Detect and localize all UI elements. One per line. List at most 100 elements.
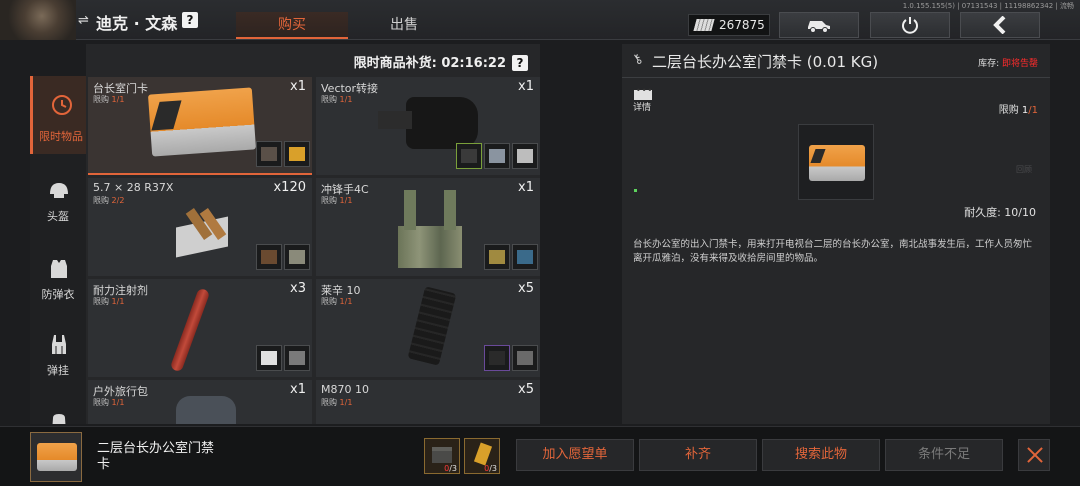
material-slot (284, 244, 310, 270)
item-grid: 限时商品补货: 02:16:22? 台长室门卡 限购 1/1 x1 Vector… (86, 44, 540, 424)
category-label: 防弹衣 (41, 288, 75, 301)
tab-buy[interactable]: 购买 (236, 12, 348, 39)
purchase-button-disabled[interactable]: 条件不足 (885, 439, 1003, 471)
item-qty: x5 (518, 382, 534, 397)
detail-item-image (798, 124, 874, 200)
item-limit: 限购 2/2 (93, 196, 125, 205)
vehicle-button[interactable] (779, 12, 859, 38)
category-vest[interactable]: 防弹衣 (30, 240, 86, 318)
ammo-box-image (172, 204, 236, 258)
details-tab-label[interactable]: 详情 (633, 100, 651, 113)
add-to-wishlist-button[interactable]: 加入愿望单 (516, 439, 634, 471)
player-name: 迪克 · 文森 (96, 14, 178, 33)
item-qty: x1 (518, 180, 534, 195)
item-limit: 限购 1/1 (93, 297, 125, 306)
key-icon: ⚷ (629, 50, 646, 69)
requirement-slot[interactable]: 0/3 (424, 438, 460, 474)
bottom-action-bar: 二层台长办公室门禁卡 0/3 0/3 加入愿望单 补齐 搜索此物 条件不足 (0, 426, 1080, 486)
category-helmet[interactable]: 头盔 (30, 162, 86, 240)
stock-status: 库存: 即将告罄 (978, 59, 1038, 69)
item-description: 台长办公室的出入门禁卡，用来打开电视台二层的台长办公室，南北战事发生后，工作人员… (633, 239, 1033, 264)
item-detail-panel: ⚷ 二层台长办公室门禁卡 (0.01 KG) 库存: 即将告罄 详情 限购 1/… (622, 44, 1050, 424)
material-slot (484, 244, 510, 270)
selected-item-thumbnail (30, 432, 82, 482)
category-label: 弹挂 (47, 364, 69, 377)
category-backpack[interactable] (30, 394, 86, 424)
item-qty: x1 (290, 382, 306, 397)
detail-title: 二层台长办公室门禁卡 (0.01 KG) (652, 53, 879, 71)
help-icon[interactable]: ? (182, 12, 198, 28)
power-icon (902, 17, 918, 34)
chevron-left-icon (993, 15, 1006, 35)
item-name: M870 10 (321, 383, 369, 396)
requirement-count: 0/3 (484, 464, 497, 473)
material-slot (512, 244, 538, 270)
clock-icon (52, 95, 72, 115)
item-qty: x5 (518, 281, 534, 296)
material-slot (256, 244, 282, 270)
item-limit: 限购 1/1 (321, 95, 353, 104)
help-icon[interactable]: ? (512, 55, 528, 71)
item-card-travel-backpack[interactable]: 户外旅行包 限购 1/1 x1 (88, 380, 312, 424)
restock-label: 限时商品补货: 02:16:22 (353, 56, 506, 71)
item-qty: x3 (290, 281, 306, 296)
item-card-m870-ammo[interactable]: M870 10 限购 1/1 x5 (316, 380, 540, 424)
item-limit: 限购 1/1 (321, 196, 353, 205)
item-limit: 限购 1/1 (93, 398, 125, 407)
backpack-icon (52, 414, 66, 424)
switch-icon[interactable]: ⇌ (78, 13, 89, 28)
material-slot (484, 345, 510, 371)
magazine-image (407, 286, 458, 369)
material-slot (512, 345, 538, 371)
rig-icon (52, 335, 66, 354)
requirement-slot[interactable]: 0/3 (464, 438, 500, 474)
category-label: 头盔 (47, 210, 69, 223)
category-limited[interactable]: 限时物品 (30, 76, 86, 154)
item-card-chest-rig[interactable]: 冲锋手4C 限购 1/1 x1 (316, 178, 540, 276)
close-button[interactable] (1018, 439, 1050, 471)
requirement-count: 0/3 (444, 464, 457, 473)
vest-icon (51, 260, 67, 278)
injector-image (166, 286, 214, 374)
category-label: 限时物品 (39, 130, 83, 143)
category-sidebar: 限时物品 头盔 防弹衣 弹挂 (30, 76, 86, 424)
item-qty: x1 (518, 79, 534, 94)
avatar[interactable] (0, 0, 76, 40)
chest-rig-image (394, 190, 466, 268)
material-slot (284, 345, 310, 371)
detail-header: ⚷ 二层台长办公室门禁卡 (0.01 KG) 库存: 即将告罄 (622, 44, 1050, 78)
back-button[interactable] (960, 12, 1040, 38)
item-limit: 限购 1/1 (321, 297, 353, 306)
item-card-magazine[interactable]: 莱辛 10 限购 1/1 x5 (316, 279, 540, 377)
top-bar: ⇌ 迪克 · 文森 ? 购买 出售 1.0.155.155(5) | 07131… (0, 0, 1080, 40)
material-slot (256, 345, 282, 371)
keycard-image (147, 87, 257, 157)
material-slot (484, 143, 510, 169)
selected-item-name: 二层台长办公室门禁卡 (97, 441, 215, 472)
power-button[interactable] (870, 12, 950, 38)
material-slot (256, 141, 282, 167)
item-card-door-card[interactable]: 台长室门卡 限购 1/1 x1 (88, 77, 312, 175)
currency-display: 267875 (688, 14, 770, 36)
cash-icon (693, 19, 715, 31)
tab-sell[interactable]: 出售 (348, 12, 460, 39)
backpack-image (176, 392, 236, 424)
material-slot (284, 141, 310, 167)
search-item-button[interactable]: 搜索此物 (762, 439, 880, 471)
fill-materials-button[interactable]: 补齐 (639, 439, 757, 471)
faint-label: 回顾 (1016, 165, 1032, 174)
material-slot (456, 143, 482, 169)
category-rig[interactable]: 弹挂 (30, 316, 86, 394)
currency-value: 267875 (719, 18, 765, 32)
details-tab-icon[interactable] (634, 86, 653, 100)
item-card-ammo[interactable]: 5.7 × 28 R37X 限购 2/2 x120 (88, 178, 312, 276)
item-name: 5.7 × 28 R37X (93, 181, 174, 194)
detail-purchase-limit: 限购 1/1 (998, 105, 1038, 116)
item-card-vector-adapter[interactable]: Vector转接 限购 1/1 x1 (316, 77, 540, 175)
vehicle-icon (808, 21, 830, 33)
item-card-stamina-injector[interactable]: 耐力注射剂 限购 1/1 x3 (88, 279, 312, 377)
item-qty: x1 (290, 79, 306, 94)
durability: 耐久度: 10/10 (964, 206, 1036, 219)
restock-timer: 限时商品补货: 02:16:22? (354, 52, 528, 71)
item-qty: x120 (273, 180, 306, 195)
